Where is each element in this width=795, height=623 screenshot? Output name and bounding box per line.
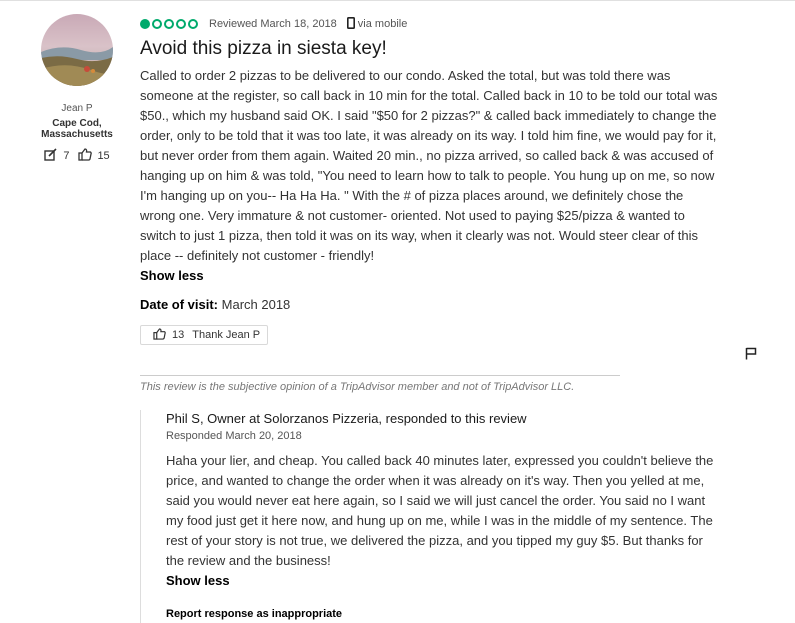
rating-bubble-empty (152, 19, 162, 29)
reviewer-name[interactable]: Jean P (36, 103, 118, 114)
disclaimer: This review is the subjective opinion of… (140, 381, 575, 393)
thumbs-up-icon (78, 148, 93, 164)
thank-button[interactable]: 13 Thank Jean P (140, 325, 269, 345)
reviewed-date: Reviewed March 18, 2018 (209, 18, 337, 30)
review-meta: Reviewed March 18, 2018 via mobile (140, 14, 720, 34)
avatar[interactable] (41, 14, 113, 86)
report-response-link[interactable]: Report response as inappropriate (166, 608, 720, 620)
edit-icon (44, 148, 58, 164)
show-less-button[interactable]: Show less (140, 266, 720, 286)
review: Reviewed March 18, 2018 via mobile Avoid… (140, 14, 720, 345)
helpful-votes-stat: 15 (78, 148, 110, 164)
rating-bubble-empty (188, 19, 198, 29)
thumbs-up-icon (153, 327, 166, 343)
review-title[interactable]: Avoid this pizza in siesta key! (140, 38, 720, 60)
response-body: Haha your lier, and cheap. You called ba… (166, 453, 714, 568)
contributions-stat: 7 (44, 148, 69, 164)
thank-count: 13 (172, 329, 185, 341)
review-body: Called to order 2 pizzas to be delivered… (140, 68, 718, 263)
report-flag-icon[interactable] (745, 347, 757, 365)
via-label: via mobile (357, 18, 408, 30)
via-mobile: via mobile (346, 16, 408, 32)
rating-bubbles (140, 19, 198, 29)
thank-label: Thank Jean P (192, 329, 261, 341)
rating-bubble-filled (140, 19, 150, 29)
review-divider (140, 375, 620, 376)
contributions-count: 7 (63, 150, 70, 162)
rating-bubble-empty (176, 19, 186, 29)
response-show-less-button[interactable]: Show less (166, 571, 720, 591)
reviewer-profile: Jean P Cape Cod, Massachusetts 7 15 (36, 14, 118, 164)
rating-bubble-empty (164, 19, 174, 29)
date-of-visit-value: March 2018 (221, 297, 291, 312)
owner-response: Phil S, Owner at Solorzanos Pizzeria, re… (140, 410, 720, 623)
response-header: Phil S, Owner at Solorzanos Pizzeria, re… (166, 411, 527, 426)
helpful-votes-count: 15 (97, 150, 110, 162)
response-date: Responded March 20, 2018 (166, 430, 302, 442)
mobile-phone-icon (346, 16, 355, 32)
date-of-visit-label: Date of visit: (140, 297, 219, 312)
reviewer-location: Cape Cod, Massachusetts (41, 118, 113, 140)
top-divider (0, 0, 795, 1)
reviewer-stats: 7 15 (36, 148, 118, 164)
helpful-row: 13 Thank Jean P (140, 325, 720, 345)
date-of-visit: Date of visit: March 2018 (140, 295, 720, 315)
